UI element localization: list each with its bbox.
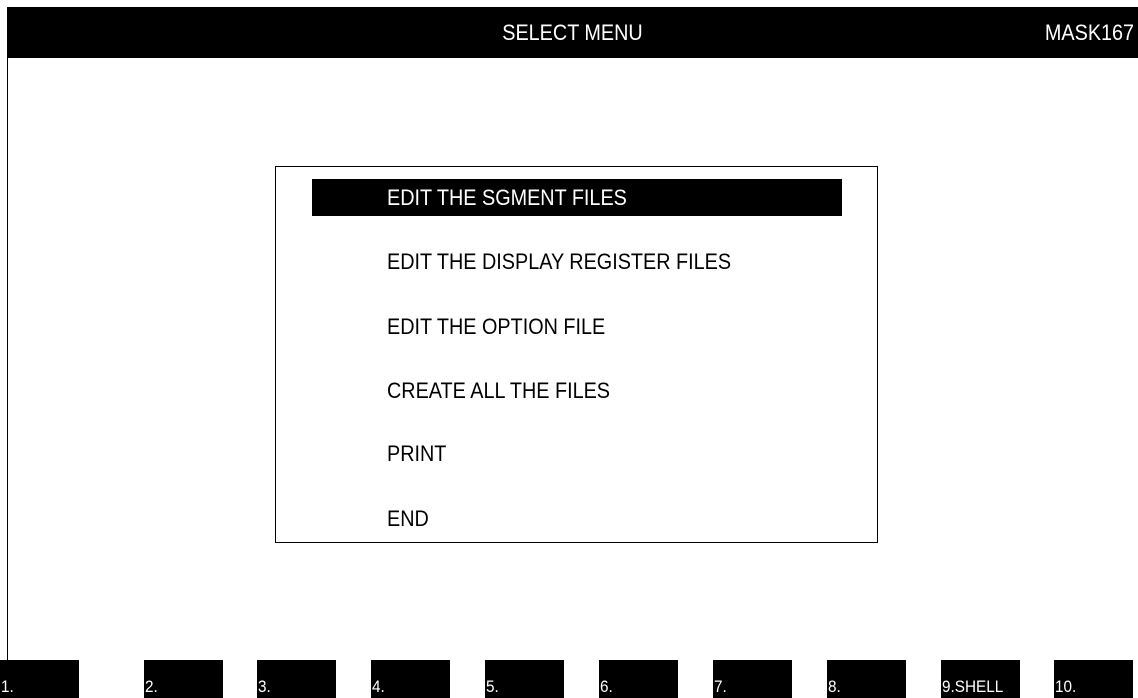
screen-title: SELECT MENU [502, 20, 643, 45]
function-key-2[interactable]: 2. [144, 660, 223, 698]
left-border-line [7, 58, 8, 660]
function-key-8[interactable]: 8. [827, 660, 906, 698]
title-bar: SELECT MENU MASK167 [7, 7, 1138, 58]
function-key-label: 7. [714, 677, 727, 696]
function-key-label: 6. [600, 677, 613, 696]
menu-item-label: CREATE ALL THE FILES [387, 378, 611, 403]
menu-item-label: EDIT THE SGMENT FILES [387, 185, 627, 210]
function-key-label: 9.SHELL [942, 677, 1004, 696]
function-key-label: 1. [1, 677, 14, 696]
menu-item-edit-display-register-files[interactable]: EDIT THE DISPLAY REGISTER FILES [312, 243, 842, 280]
function-key-label: 10. [1055, 677, 1077, 696]
menu-item-label: END [387, 506, 429, 531]
select-menu-box: EDIT THE SGMENT FILES EDIT THE DISPLAY R… [275, 166, 878, 543]
menu-item-print[interactable]: PRINT [312, 435, 842, 472]
menu-item-label: EDIT THE OPTION FILE [387, 314, 606, 339]
function-key-6[interactable]: 6. [599, 660, 678, 698]
function-key-4[interactable]: 4. [371, 660, 450, 698]
mask-id: MASK167 [1044, 20, 1134, 45]
function-key-label: 5. [486, 677, 499, 696]
function-key-3[interactable]: 3. [257, 660, 336, 698]
function-key-7[interactable]: 7. [713, 660, 792, 698]
function-key-10[interactable]: 10. [1054, 660, 1133, 698]
function-key-9-shell[interactable]: 9.SHELL [941, 660, 1020, 698]
menu-item-create-all-files[interactable]: CREATE ALL THE FILES [312, 372, 842, 409]
function-key-label: 4. [372, 677, 385, 696]
menu-item-label: EDIT THE DISPLAY REGISTER FILES [387, 249, 732, 274]
menu-item-label: PRINT [387, 441, 447, 466]
function-key-bar: 1. 2. 3. 4. 5. 6. 7. 8. 9.SHELL 10. [0, 660, 1138, 698]
function-key-5[interactable]: 5. [485, 660, 564, 698]
terminal-screen: SELECT MENU MASK167 EDIT THE SGMENT FILE… [0, 0, 1138, 698]
function-key-1[interactable]: 1. [0, 660, 79, 698]
menu-item-edit-segment-files[interactable]: EDIT THE SGMENT FILES [312, 179, 842, 216]
function-key-label: 2. [145, 677, 158, 696]
menu-item-edit-option-file[interactable]: EDIT THE OPTION FILE [312, 308, 842, 345]
menu-item-end[interactable]: END [312, 500, 842, 537]
function-key-label: 3. [258, 677, 271, 696]
function-key-label: 8. [828, 677, 841, 696]
